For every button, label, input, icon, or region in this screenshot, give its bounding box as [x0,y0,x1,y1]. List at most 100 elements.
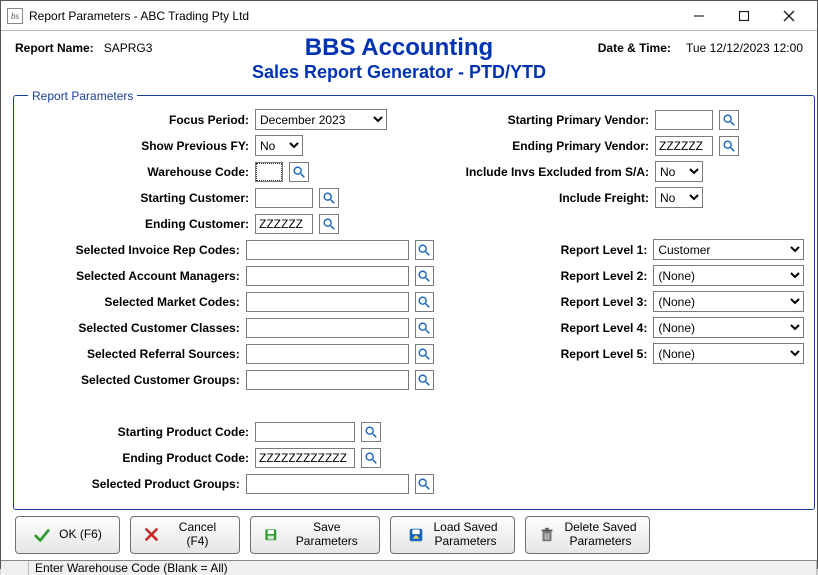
status-message: Enter Warehouse Code (Blank = All) [29,561,817,575]
search-icon [322,217,336,231]
app-title: BBS Accounting [225,35,573,61]
sel-prod-groups-label: Selected Product Groups: [24,477,240,491]
search-icon [722,139,736,153]
ok-button[interactable]: OK (F6) [15,516,120,554]
show-prev-fy-select[interactable]: No [255,135,303,156]
level2-select[interactable]: (None) [653,265,804,286]
sel-invoice-rep-label: Selected Invoice Rep Codes: [24,243,240,257]
show-prev-fy-label: Show Previous FY: [24,139,249,153]
starting-vendor-lookup-button[interactable] [719,110,739,130]
sel-cust-groups-label: Selected Customer Groups: [24,373,240,387]
level4-select[interactable]: (None) [653,317,804,338]
report-subtitle: Sales Report Generator - PTD/YTD [225,61,573,84]
maximize-button[interactable] [721,1,766,30]
close-icon [783,10,795,22]
ending-vendor-input[interactable] [655,136,713,156]
sel-referral-label: Selected Referral Sources: [24,347,240,361]
sel-market-codes-lookup-button[interactable] [415,292,434,312]
report-parameters-group: Report Parameters Focus Period: December… [13,89,815,510]
level5-label: Report Level 5: [464,347,647,361]
sel-account-mgr-lookup-button[interactable] [415,266,434,286]
focus-period-select[interactable]: December 2023 [255,109,387,130]
ending-customer-lookup-button[interactable] [319,214,339,234]
search-icon [417,347,431,361]
starting-product-input[interactable] [255,422,355,442]
titlebar: bs Report Parameters - ABC Trading Pty L… [1,1,817,31]
cancel-button[interactable]: Cancel (F4) [130,516,240,554]
starting-product-label: Starting Product Code: [24,425,249,439]
starting-vendor-label: Starting Primary Vendor: [464,113,649,127]
starting-customer-lookup-button[interactable] [319,188,339,208]
save-parameters-button[interactable]: Save Parameters [250,516,380,554]
starting-customer-input[interactable] [255,188,313,208]
focus-period-label: Focus Period: [24,113,249,127]
sel-cust-groups-input[interactable] [246,370,409,390]
sel-cust-classes-input[interactable] [246,318,409,338]
sel-account-mgr-input[interactable] [246,266,409,286]
button-bar: OK (F6) Cancel (F4) Save Parameters Load… [1,516,817,560]
search-icon [417,269,431,283]
warehouse-code-input[interactable] [255,162,283,182]
sel-market-codes-label: Selected Market Codes: [24,295,240,309]
status-bar: Enter Warehouse Code (Blank = All) [1,560,817,575]
sel-cust-classes-label: Selected Customer Classes: [24,321,240,335]
sel-invoice-rep-input[interactable] [246,240,409,260]
starting-product-lookup-button[interactable] [361,422,381,442]
warehouse-code-lookup-button[interactable] [289,162,309,182]
trash-icon [538,526,556,544]
spacer [464,213,804,235]
delete-parameters-button[interactable]: Delete Saved Parameters [525,516,650,554]
level5-select[interactable]: (None) [653,343,804,364]
right-column: Starting Primary Vendor: Ending Primary … [464,109,804,495]
sel-cust-groups-lookup-button[interactable] [415,370,434,390]
search-icon [322,191,336,205]
ending-vendor-lookup-button[interactable] [719,136,739,156]
search-icon [722,113,736,127]
sel-cust-classes-lookup-button[interactable] [415,318,434,338]
app-window: bs Report Parameters - ABC Trading Pty L… [0,0,818,569]
header-center: BBS Accounting Sales Report Generator - … [225,35,573,85]
search-icon [417,295,431,309]
datetime-block: Date & Time: Tue 12/12/2023 12:00 [573,35,803,55]
x-icon [143,526,160,544]
maximize-icon [738,10,750,22]
search-icon [417,321,431,335]
ending-customer-input[interactable] [255,214,313,234]
report-name-block: Report Name: SAPRG3 [15,35,225,55]
include-freight-label: Include Freight: [464,191,649,205]
status-gap [1,561,29,575]
ending-customer-label: Ending Customer: [24,217,249,231]
sel-invoice-rep-lookup-button[interactable] [415,240,434,260]
warehouse-code-label: Warehouse Code: [24,165,249,179]
ending-product-input[interactable] [255,448,355,468]
sel-referral-lookup-button[interactable] [415,344,434,364]
group-legend: Report Parameters [28,89,137,103]
include-invs-select[interactable]: No [655,161,703,182]
sel-referral-input[interactable] [246,344,409,364]
starting-vendor-input[interactable] [655,110,713,130]
minimize-icon [693,10,705,22]
level3-label: Report Level 3: [464,295,647,309]
minimize-button[interactable] [676,1,721,30]
level2-label: Report Level 2: [464,269,647,283]
spacer [24,395,434,417]
sel-prod-groups-lookup-button[interactable] [415,474,434,494]
sel-market-codes-input[interactable] [246,292,409,312]
include-freight-select[interactable]: No [655,187,703,208]
left-column: Focus Period: December 2023 Show Previou… [24,109,434,495]
load-parameters-button[interactable]: Load Saved Parameters [390,516,515,554]
ending-product-lookup-button[interactable] [361,448,381,468]
sel-prod-groups-input[interactable] [246,474,409,494]
header: Report Name: SAPRG3 BBS Accounting Sales… [1,31,817,85]
report-name-value: SAPRG3 [104,41,153,55]
app-icon: bs [7,8,23,24]
report-name-label: Report Name: [15,41,94,55]
close-button[interactable] [766,1,811,30]
level1-select[interactable]: Customer [653,239,804,260]
level3-select[interactable]: (None) [653,291,804,312]
ending-product-label: Ending Product Code: [24,451,249,465]
level4-label: Report Level 4: [464,321,647,335]
search-icon [364,451,378,465]
window-title: Report Parameters - ABC Trading Pty Ltd [29,9,676,23]
search-icon [364,425,378,439]
